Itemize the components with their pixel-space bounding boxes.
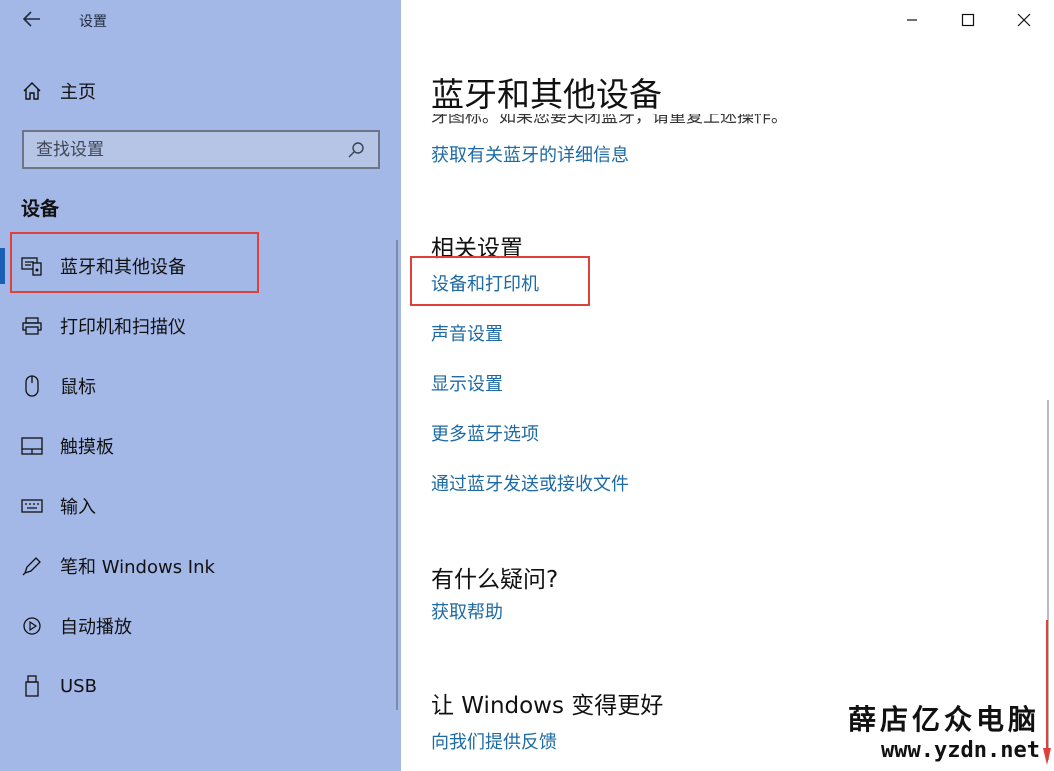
sidebar: 设置 主页 设备 蓝牙和其他设备 打印机和扫描仪 鼠标 xyxy=(0,0,401,771)
close-button[interactable] xyxy=(996,0,1052,40)
maximize-button[interactable] xyxy=(940,0,996,40)
sidebar-item-pen[interactable]: 笔和 Windows Ink xyxy=(0,542,401,590)
sidebar-item-touchpad[interactable]: 触摸板 xyxy=(0,422,401,470)
mouse-icon xyxy=(20,374,44,398)
cut-off-text: 牙图标。如果您要关闭蓝牙，请重复上述操作。 xyxy=(431,114,788,127)
sidebar-item-label: 输入 xyxy=(60,497,96,518)
main-content: 蓝牙和其他设备 牙图标。如果您要关闭蓝牙，请重复上述操作。 获取有关蓝牙的详细信… xyxy=(401,0,1054,771)
display-settings-link[interactable]: 显示设置 xyxy=(431,370,503,396)
home-label: 主页 xyxy=(60,82,96,103)
sidebar-item-label: 触摸板 xyxy=(60,437,114,458)
bluetooth-more-info-link[interactable]: 获取有关蓝牙的详细信息 xyxy=(431,141,629,167)
usb-icon xyxy=(20,674,44,698)
autoplay-icon xyxy=(20,614,44,638)
devices-and-printers-link[interactable]: 设备和打印机 xyxy=(431,270,539,296)
home-nav-item[interactable]: 主页 xyxy=(20,76,96,106)
home-icon xyxy=(20,81,44,101)
improve-windows-heading: 让 Windows 变得更好 xyxy=(431,693,664,719)
bluetooth-devices-icon xyxy=(20,254,44,278)
section-label-devices: 设备 xyxy=(21,198,60,220)
sidebar-item-label: 鼠标 xyxy=(60,377,96,398)
page-title: 蓝牙和其他设备 xyxy=(431,75,662,114)
sidebar-item-autoplay[interactable]: 自动播放 xyxy=(0,602,401,650)
give-feedback-link[interactable]: 向我们提供反馈 xyxy=(431,728,557,754)
window-title: 设置 xyxy=(79,14,107,30)
keyboard-icon xyxy=(20,494,44,518)
cut-off-description: 牙图标。如果您要关闭蓝牙，请重复上述操作。 xyxy=(431,114,788,128)
search-icon[interactable] xyxy=(346,140,366,160)
watermark: 薛店亿众电脑 www.yzdn.net xyxy=(848,698,1040,763)
bluetooth-file-transfer-link[interactable]: 通过蓝牙发送或接收文件 xyxy=(431,470,629,496)
get-help-link[interactable]: 获取帮助 xyxy=(431,598,503,624)
more-bluetooth-options-link[interactable]: 更多蓝牙选项 xyxy=(431,420,539,446)
sidebar-item-label: 蓝牙和其他设备 xyxy=(60,257,186,278)
sidebar-item-label: 自动播放 xyxy=(60,617,132,638)
sidebar-item-label: USB xyxy=(60,675,97,697)
search-input[interactable] xyxy=(36,139,346,160)
pen-icon xyxy=(20,554,44,578)
sidebar-item-input[interactable]: 输入 xyxy=(0,482,401,530)
sidebar-item-label: 笔和 Windows Ink xyxy=(60,557,215,578)
sound-settings-link[interactable]: 声音设置 xyxy=(431,320,503,346)
red-arrow-icon xyxy=(1043,620,1051,765)
sidebar-scrollbar[interactable] xyxy=(396,240,398,710)
sidebar-item-label: 打印机和扫描仪 xyxy=(60,317,186,338)
sidebar-item-mouse[interactable]: 鼠标 xyxy=(0,362,401,410)
sidebar-item-bluetooth[interactable]: 蓝牙和其他设备 xyxy=(0,242,401,290)
back-arrow-icon[interactable] xyxy=(18,8,46,32)
printer-icon xyxy=(20,314,44,338)
search-box[interactable] xyxy=(22,130,380,169)
touchpad-icon xyxy=(20,434,44,458)
minimize-button[interactable] xyxy=(884,0,940,40)
sidebar-item-printers[interactable]: 打印机和扫描仪 xyxy=(0,302,401,350)
sidebar-item-usb[interactable]: USB xyxy=(0,662,401,710)
related-settings-heading: 相关设置 xyxy=(431,236,523,262)
watermark-title: 薛店亿众电脑 xyxy=(847,703,1040,736)
active-indicator xyxy=(0,248,5,284)
questions-heading: 有什么疑问? xyxy=(431,567,559,593)
watermark-url: www.yzdn.net xyxy=(881,738,1040,763)
